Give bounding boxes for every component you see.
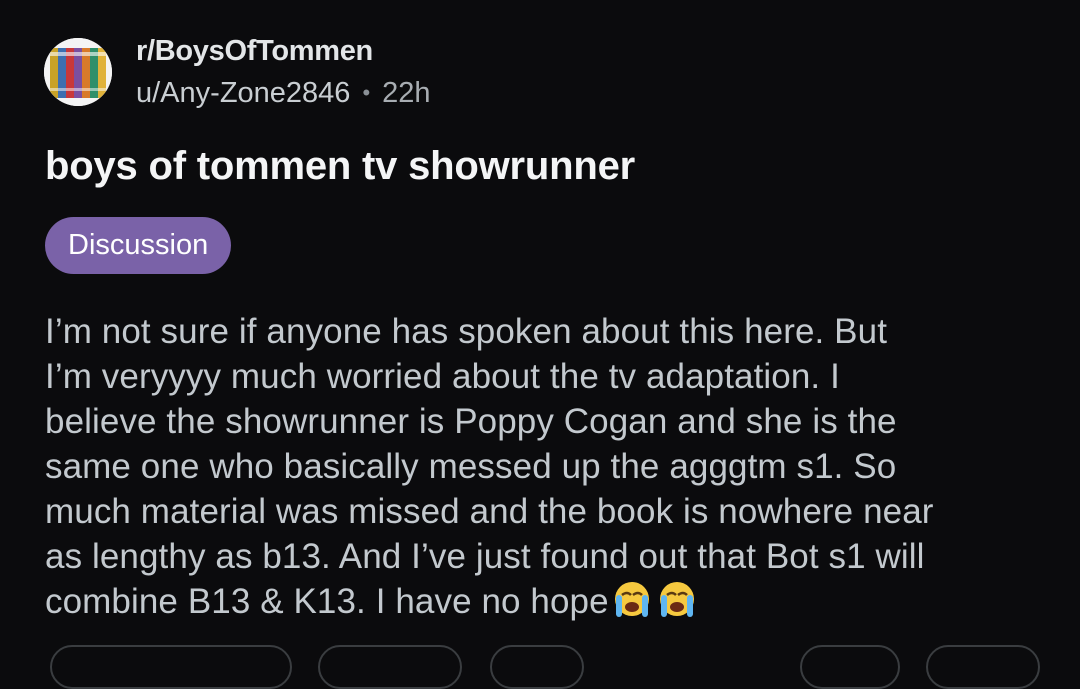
post-age: 22h bbox=[382, 77, 431, 109]
post-header: r/BoysOfTommen u/Any-Zone2846 • 22h bbox=[44, 34, 431, 110]
more-button[interactable] bbox=[926, 645, 1040, 689]
body-line: combine B13 & K13. I have no hope bbox=[45, 582, 609, 621]
body-line: I’m veryyyy much worried about the tv ad… bbox=[45, 357, 840, 396]
post-byline: u/Any-Zone2846 • 22h bbox=[136, 76, 431, 110]
loudly-crying-face-icon bbox=[610, 579, 654, 619]
award-button[interactable] bbox=[490, 645, 584, 689]
post-body: I’m not sure if anyone has spoken about … bbox=[45, 309, 1055, 624]
post-container: r/BoysOfTommen u/Any-Zone2846 • 22h boys… bbox=[0, 0, 1080, 689]
subreddit-name[interactable]: r/BoysOfTommen bbox=[136, 34, 431, 68]
post-title: boys of tommen tv showrunner bbox=[45, 144, 636, 188]
post-meta: r/BoysOfTommen u/Any-Zone2846 • 22h bbox=[136, 34, 431, 110]
vote-button-group[interactable] bbox=[50, 645, 292, 689]
body-line: same one who basically messed up the agg… bbox=[45, 447, 897, 486]
subreddit-avatar[interactable] bbox=[44, 38, 112, 106]
share-button[interactable] bbox=[800, 645, 900, 689]
body-line: I’m not sure if anyone has spoken about … bbox=[45, 312, 888, 351]
author-name[interactable]: u/Any-Zone2846 bbox=[136, 76, 350, 110]
post-flair[interactable]: Discussion bbox=[45, 217, 232, 274]
body-line: as lengthy as b13. And I’ve just found o… bbox=[45, 537, 925, 576]
loudly-crying-face-icon bbox=[655, 579, 699, 619]
body-line: believe the showrunner is Poppy Cogan an… bbox=[45, 402, 897, 441]
comments-button[interactable] bbox=[318, 645, 462, 689]
book-stack-icon bbox=[44, 38, 112, 106]
post-action-bar bbox=[0, 645, 1080, 689]
meta-separator: • bbox=[362, 80, 371, 105]
body-line: much material was missed and the book is… bbox=[45, 492, 934, 531]
